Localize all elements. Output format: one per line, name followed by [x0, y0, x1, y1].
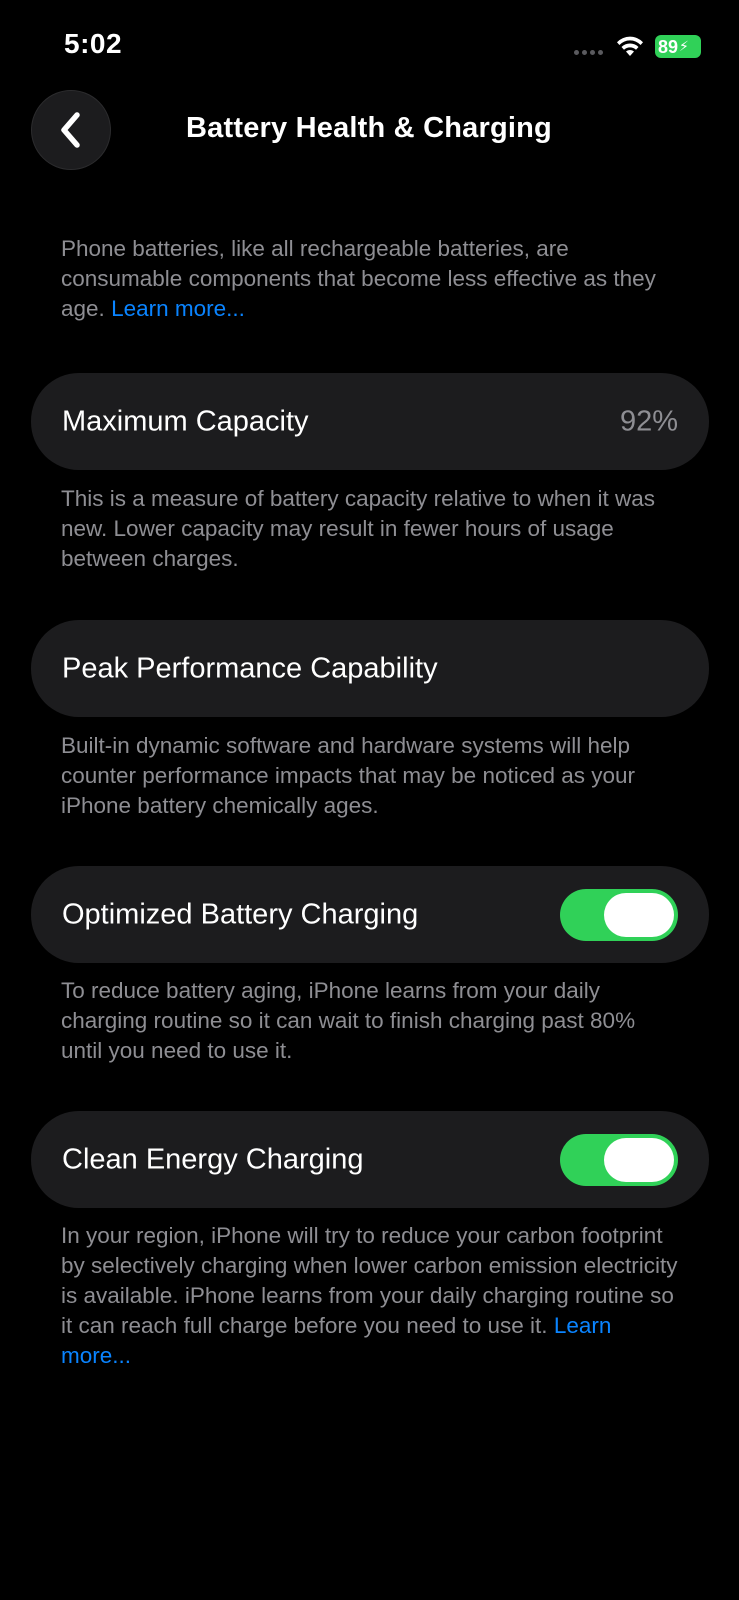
- status-time: 5:02: [64, 28, 123, 59]
- bolt-icon: ⚡: [679, 38, 689, 54]
- clean-energy-toggle[interactable]: [560, 1133, 678, 1186]
- peak-performance-label: Peak Performance Capability: [62, 652, 438, 684]
- status-bar: 5:02 89 ⚡: [0, 0, 739, 96]
- optimized-charging-row: Optimized Battery Charging: [31, 866, 709, 963]
- cellular-signal-icon: [574, 50, 603, 55]
- wifi-icon: [617, 36, 643, 56]
- maximum-capacity-footer: This is a measure of battery capacity re…: [61, 486, 656, 571]
- optimized-charging-label: Optimized Battery Charging: [62, 898, 419, 930]
- page-title: Battery Health & Charging: [186, 112, 552, 144]
- toggle-knob: [604, 1137, 674, 1182]
- chevron-left-icon: [61, 112, 80, 148]
- clean-energy-row: Clean Energy Charging: [31, 1111, 709, 1208]
- optimized-charging-toggle[interactable]: [560, 888, 678, 941]
- optimized-charging-footer: To reduce battery aging, iPhone learns f…: [61, 978, 636, 1063]
- maximum-capacity-label: Maximum Capacity: [62, 405, 309, 437]
- maximum-capacity-value: 92%: [619, 405, 678, 437]
- clean-energy-label: Clean Energy Charging: [62, 1143, 364, 1175]
- toggle-knob: [604, 892, 674, 937]
- battery-charging-icon: 89 ⚡: [655, 35, 701, 58]
- peak-performance-row[interactable]: Peak Performance Capability: [31, 620, 709, 717]
- intro-description: Phone batteries, like all rechargeable b…: [61, 234, 681, 324]
- learn-more-link[interactable]: Learn more...: [111, 296, 245, 321]
- maximum-capacity-row: Maximum Capacity 92%: [31, 373, 709, 470]
- clean-energy-footer: In your region, iPhone will try to reduc…: [61, 1221, 681, 1371]
- battery-level: 89: [658, 36, 679, 57]
- back-button[interactable]: [31, 90, 111, 170]
- peak-performance-footer: Built-in dynamic software and hardware s…: [61, 733, 636, 818]
